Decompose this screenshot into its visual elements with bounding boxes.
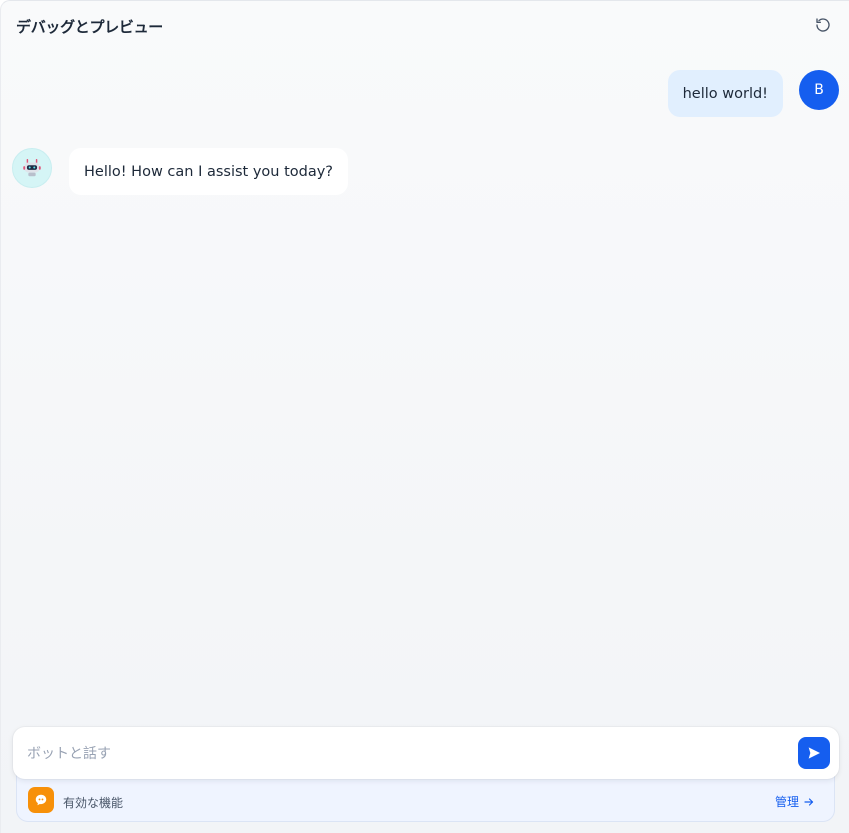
user-avatar: B [799, 70, 839, 110]
user-message-bubble: hello world! [667, 70, 783, 117]
arrow-right-icon [803, 796, 815, 808]
refresh-icon [815, 17, 831, 33]
send-icon [806, 745, 822, 761]
panel-title: デバッグとプレビュー [16, 18, 164, 36]
bot-avatar [12, 148, 52, 188]
enabled-features-label: 有効な機能 [63, 796, 124, 810]
refresh-button[interactable] [811, 13, 835, 37]
chat-composer [13, 727, 839, 779]
quote-icon [28, 787, 54, 813]
manage-link[interactable]: 管理 [775, 793, 815, 810]
bot-message-text: Hello! How can I assist you today? [84, 163, 334, 180]
user-message-text: hello world! [682, 85, 768, 102]
manage-label: 管理 [774, 795, 799, 809]
send-button[interactable] [798, 737, 830, 769]
user-avatar-letter: B [814, 82, 824, 98]
panel-header: デバッグとプレビュー [1, 1, 849, 49]
bot-message-bubble: Hello! How can I assist you today? [69, 148, 349, 195]
robot-icon [21, 157, 43, 179]
chat-input[interactable] [25, 737, 789, 771]
debug-preview-panel: デバッグとプレビュー hello world! B Hello! How can… [0, 0, 849, 833]
